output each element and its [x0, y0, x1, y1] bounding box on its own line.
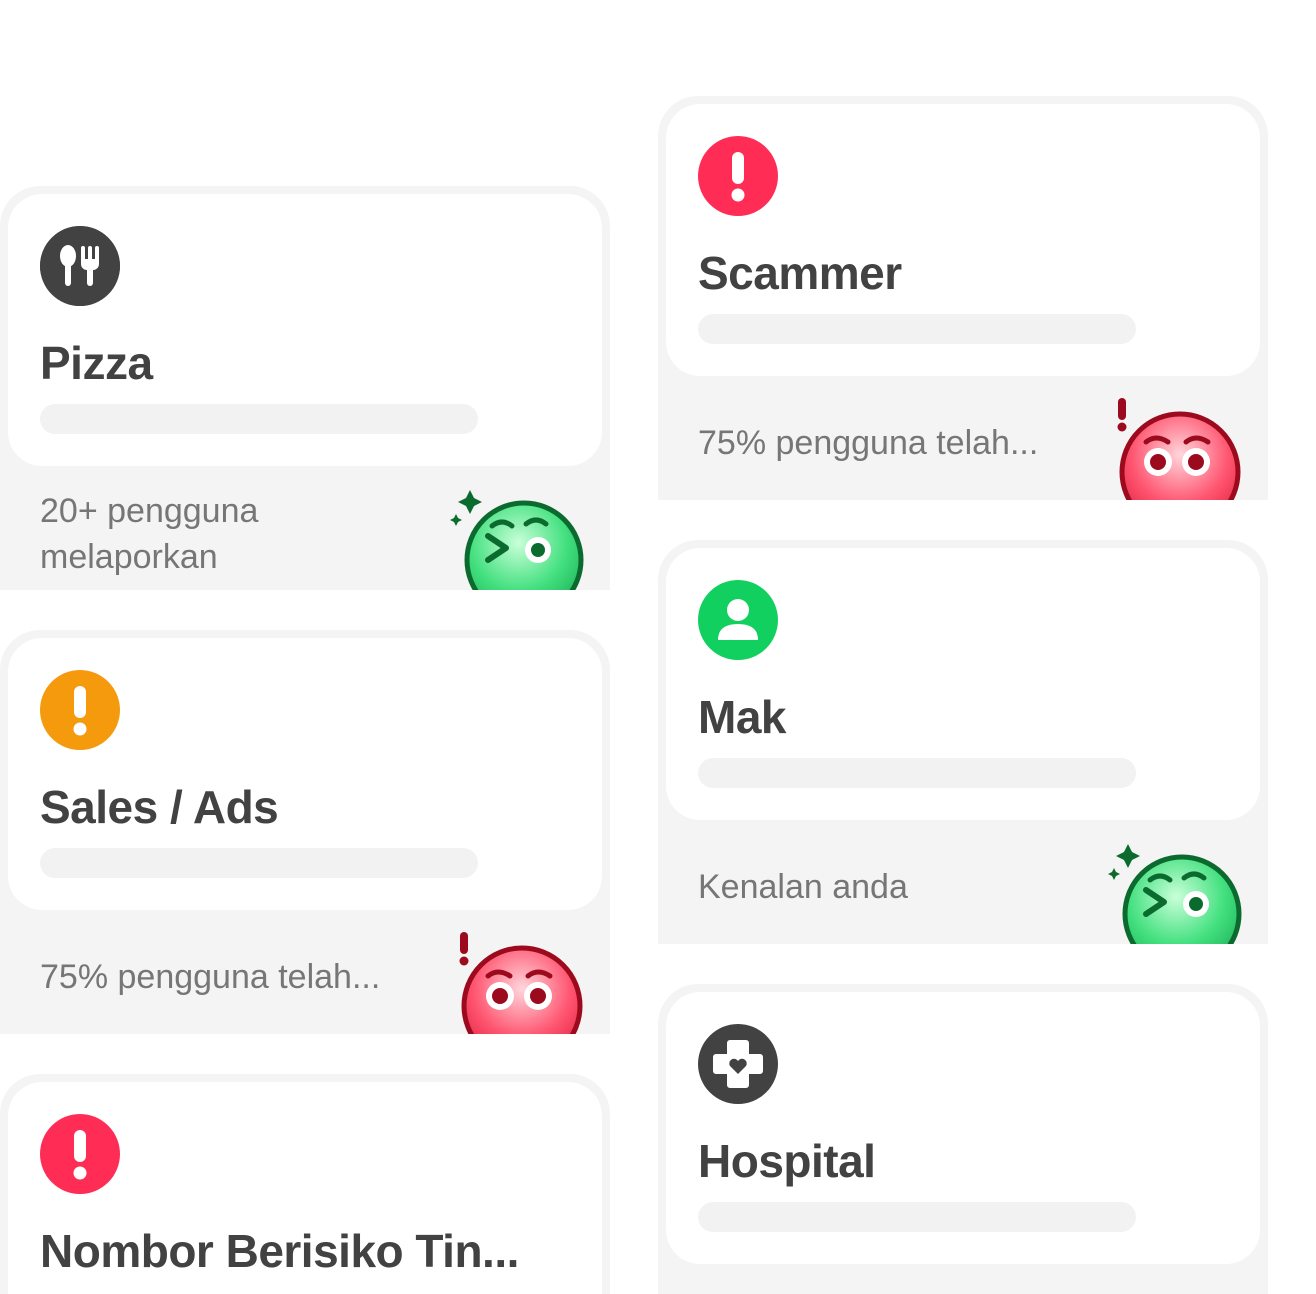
- card-header: Scammer: [666, 104, 1260, 376]
- card-footer-text: 20+ pengguna melaporkan: [40, 492, 259, 576]
- caller-card-scammer[interactable]: Scammer 75% pengguna telah...: [658, 96, 1268, 500]
- card-title: Hospital: [698, 1135, 876, 1187]
- card-footer-text: 75% pengguna telah...: [40, 958, 381, 996]
- card-header: Mak: [666, 548, 1260, 820]
- card-title: Sales / Ads: [40, 781, 279, 833]
- card-title: Scammer: [698, 247, 902, 299]
- angry-red-face-icon: [1110, 396, 1260, 500]
- caller-card-pizza[interactable]: Pizza 20+ pengguna melaporkan: [0, 186, 610, 590]
- placeholder-bar: [40, 404, 478, 434]
- placeholder-bar: [698, 1202, 1136, 1232]
- exclamation-icon: [40, 670, 120, 750]
- person-icon: [698, 580, 778, 660]
- exclamation-icon: [40, 1114, 120, 1194]
- winking-green-face-icon: [446, 486, 596, 590]
- card-header: Hospital: [666, 992, 1260, 1264]
- card-title: Mak: [698, 691, 786, 743]
- caller-card-hospital[interactable]: Hospital: [658, 984, 1268, 1294]
- placeholder-bar: [40, 848, 478, 878]
- caller-card-sales-ads[interactable]: Sales / Ads 75% pengguna telah...: [0, 630, 610, 1034]
- caller-card-high-risk-number[interactable]: Nombor Berisiko Tin...: [0, 1074, 610, 1294]
- card-title: Nombor Berisiko Tin...: [40, 1225, 519, 1277]
- utensils-icon: [40, 226, 120, 306]
- exclamation-icon: [698, 136, 778, 216]
- card-footer-text: Kenalan anda: [698, 868, 908, 906]
- caller-card-mak[interactable]: Mak Kenalan anda: [658, 540, 1268, 944]
- angry-red-face-icon: [452, 930, 602, 1034]
- placeholder-bar: [698, 758, 1136, 788]
- winking-green-face-icon: [1104, 840, 1254, 944]
- medical-cross-icon: [698, 1024, 778, 1104]
- card-title: Pizza: [40, 337, 153, 389]
- card-footer-text: 75% pengguna telah...: [698, 424, 1039, 462]
- card-header: Pizza: [8, 194, 602, 466]
- placeholder-bar: [698, 314, 1136, 344]
- card-header: Nombor Berisiko Tin...: [8, 1082, 602, 1294]
- card-header: Sales / Ads: [8, 638, 602, 910]
